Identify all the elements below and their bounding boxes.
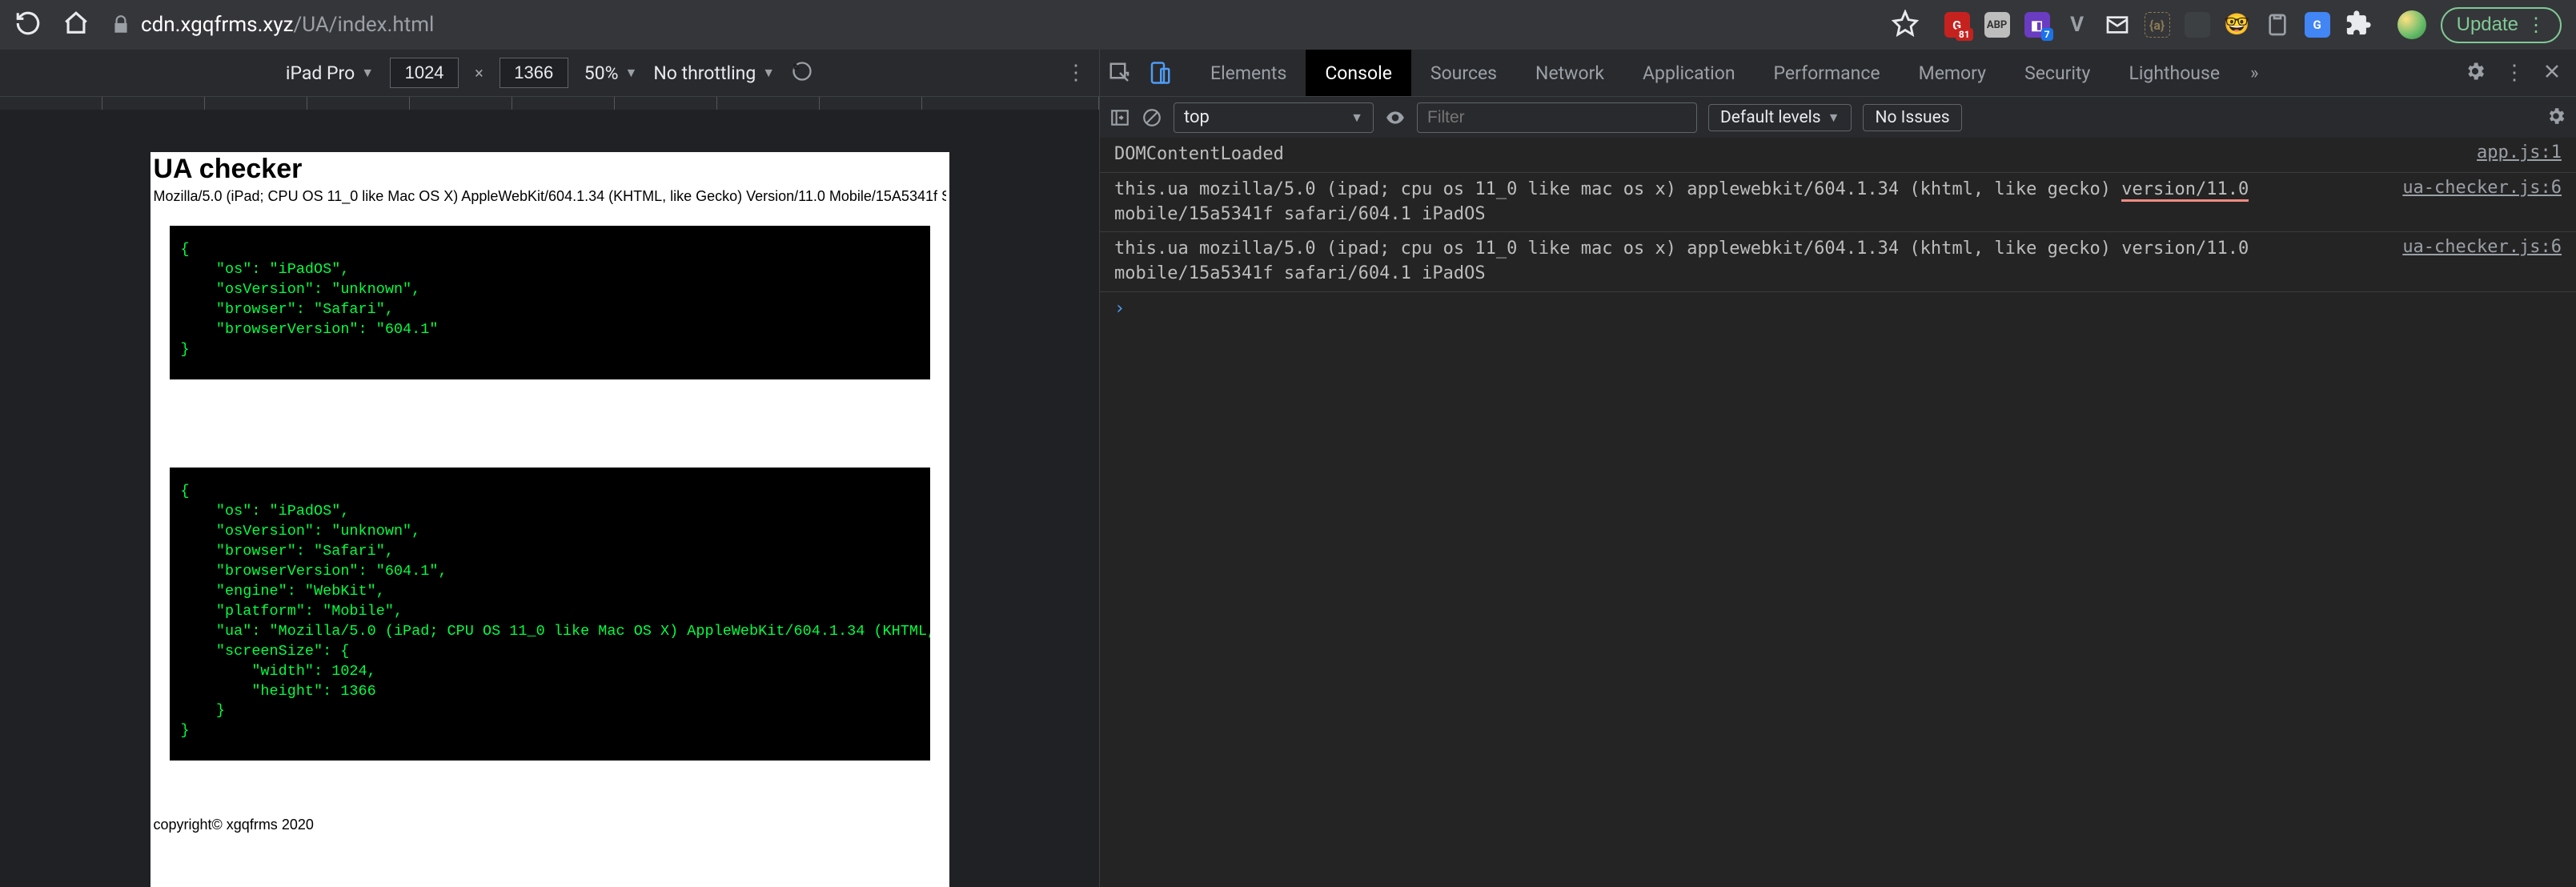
devtools-tab-application[interactable]: Application	[1623, 50, 1755, 96]
device-ruler	[0, 97, 1100, 138]
ext-translate-icon[interactable]: G	[2305, 12, 2330, 38]
devtools-tab-memory[interactable]: Memory	[1900, 50, 2005, 96]
device-viewport: UA checker Mozilla/5.0 (iPad; CPU OS 11_…	[0, 138, 1100, 887]
ext-recorder-icon[interactable]: G81	[1944, 12, 1970, 38]
devtools-close-icon[interactable]	[2542, 62, 2562, 84]
ext-a-icon[interactable]: {a}	[2145, 12, 2170, 38]
devtools-tab-performance[interactable]: Performance	[1755, 50, 1900, 96]
device-mode-icon[interactable]	[1148, 61, 1172, 85]
extension-icons: G81 ABP ◧7 V {a} 🤓 G	[1944, 10, 2372, 40]
extensions-menu-icon[interactable]	[2345, 10, 2372, 40]
inspect-icon[interactable]	[1108, 61, 1132, 85]
zoom-select[interactable]: 50%▼	[584, 62, 638, 84]
page-title: UA checker	[154, 154, 946, 185]
devtools-tab-lighthouse[interactable]: Lighthouse	[2109, 50, 2239, 96]
issues-button[interactable]: No Issues	[1863, 104, 1961, 131]
tabs-overflow-icon[interactable]: »	[2250, 63, 2258, 83]
devtools-tab-elements[interactable]: Elements	[1191, 50, 1306, 96]
ext-tab-icon[interactable]: ◧7	[2024, 12, 2050, 38]
log-source-link[interactable]: app.js:1	[2477, 142, 2562, 167]
console-output[interactable]: DOMContentLoaded app.js:1 this.ua mozilla/…	[1100, 138, 2576, 887]
ext-qr-icon[interactable]	[2185, 12, 2210, 38]
log-source-link[interactable]: ua-checker.js:6	[2402, 178, 2562, 227]
rotate-icon[interactable]	[791, 60, 813, 86]
page-content[interactable]: UA checker Mozilla/5.0 (iPad; CPU OS 11_…	[150, 152, 949, 887]
console-settings-icon[interactable]	[2546, 106, 2566, 130]
dimension-x: ×	[475, 63, 484, 82]
star-icon[interactable]	[1892, 10, 1919, 40]
ext-face-icon[interactable]: 🤓	[2225, 12, 2250, 38]
log-message: DOMContentLoaded	[1114, 142, 2458, 167]
ext-v-icon[interactable]: V	[2064, 12, 2090, 38]
log-levels-select[interactable]: Default levels▼	[1708, 104, 1852, 131]
ua-string: Mozilla/5.0 (iPad; CPU OS 11_0 like Mac …	[154, 188, 946, 205]
devtools-tab-sources[interactable]: Sources	[1411, 50, 1516, 96]
throttling-select[interactable]: No throttling▼	[653, 62, 775, 84]
copyright-text: copyright© xgqfrms 2020	[150, 817, 949, 865]
device-select[interactable]: iPad Pro▼	[286, 62, 374, 84]
clear-console-icon[interactable]	[1142, 107, 1162, 128]
url-text: cdn.xgqfrms.xyz/UA/index.html	[141, 13, 434, 37]
reload-icon[interactable]	[14, 10, 42, 40]
console-log-row[interactable]: this.ua mozilla/5.0 (ipad; cpu os 11_0 l…	[1100, 232, 2576, 292]
log-message: this.ua mozilla/5.0 (ipad; cpu os 11_0 l…	[1114, 237, 2383, 287]
browser-toolbar: cdn.xgqfrms.xyz/UA/index.html G81 ABP ◧7…	[0, 0, 2576, 50]
devtools-tab-console[interactable]: Console	[1306, 50, 1411, 96]
settings-gear-icon[interactable]	[2464, 60, 2486, 86]
context-select[interactable]: top▼	[1174, 102, 1374, 133]
lock-icon	[110, 14, 131, 35]
live-expression-icon[interactable]	[1385, 107, 1406, 128]
device-toolbar-more-icon[interactable]: ⋮	[1065, 61, 1086, 85]
device-toolbar: iPad Pro▼ × 50%▼ No throttling▼ ⋮	[0, 50, 1100, 96]
filter-input[interactable]	[1417, 102, 1697, 133]
console-log-row[interactable]: this.ua mozilla/5.0 (ipad; cpu os 11_0 l…	[1100, 173, 2576, 233]
devtools-more-icon[interactable]: ⋮	[2504, 61, 2525, 85]
profile-avatar[interactable]	[2397, 10, 2426, 39]
console-sidebar-toggle-icon[interactable]	[1109, 107, 1130, 128]
log-message: this.ua mozilla/5.0 (ipad; cpu os 11_0 l…	[1114, 178, 2383, 227]
home-icon[interactable]	[62, 10, 90, 40]
device-height-input[interactable]	[500, 58, 568, 88]
ext-clip-icon[interactable]	[2265, 12, 2290, 38]
devtools-tab-network[interactable]: Network	[1516, 50, 1623, 96]
json-output-2: { "os": "iPadOS", "osVersion": "unknown"…	[170, 468, 930, 761]
ext-abp-icon[interactable]: ABP	[1984, 12, 2010, 38]
console-toolbar: top▼ Default levels▼ No Issues	[1100, 97, 2576, 138]
json-output-1: { "os": "iPadOS", "osVersion": "unknown"…	[170, 226, 930, 379]
console-log-row[interactable]: DOMContentLoaded app.js:1	[1100, 138, 2576, 173]
address-bar[interactable]: cdn.xgqfrms.xyz/UA/index.html	[110, 13, 434, 37]
device-width-input[interactable]	[390, 58, 459, 88]
devtools-tab-security[interactable]: Security	[2005, 50, 2109, 96]
console-prompt[interactable]: ›	[1100, 292, 2576, 325]
log-source-link[interactable]: ua-checker.js:6	[2402, 237, 2562, 287]
devtools-tabstrip: ElementsConsoleSourcesNetworkApplication…	[1100, 50, 2576, 96]
ext-mail-icon[interactable]	[2105, 12, 2130, 38]
update-button[interactable]: Update⋮	[2441, 7, 2562, 43]
